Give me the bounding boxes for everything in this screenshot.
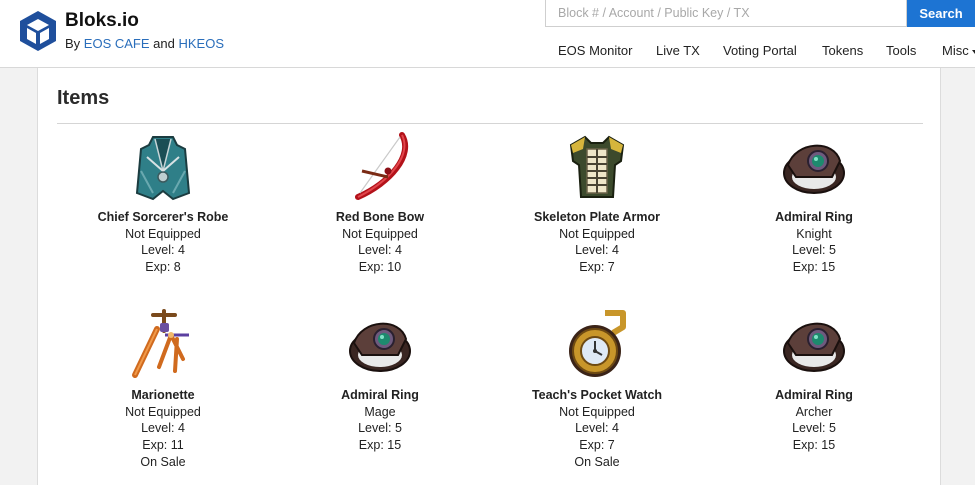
items-panel: Items Chief Sorcerer's Robe Not Equipped… [37,68,941,485]
item-level: Level: 4 [141,421,185,436]
item-level: Level: 5 [792,243,836,258]
nav-misc-label: Misc [942,43,969,58]
item-name: Chief Sorcerer's Robe [97,210,229,224]
item-name: Red Bone Bow [335,210,425,224]
item-status: Not Equipped [125,404,201,419]
item-sale-status: On Sale [574,454,620,469]
item-exp: Exp: 7 [579,438,615,453]
item-name: Marionette [131,388,195,402]
item-card[interactable]: Red Bone Bow Not Equipped Level: 4 Exp: … [280,131,480,276]
bloks-logo-icon[interactable] [18,9,58,53]
armor-icon [569,135,625,198]
top-header: Bloks.io By EOS CAFE and HKEOS Search EO… [0,0,975,68]
item-level: Level: 4 [575,421,619,436]
and-text: and [153,36,175,51]
item-status: Mage [364,404,396,419]
item-card[interactable]: Admiral Ring Mage Level: 5 Exp: 15 [280,309,480,454]
item-level: Level: 4 [358,243,402,258]
nav-misc[interactable]: Misc [942,43,975,58]
item-level: Level: 5 [792,421,836,436]
by-text: By [65,36,81,51]
item-name: Admiral Ring [775,210,853,224]
eos-cafe-link[interactable]: EOS CAFE [84,36,150,51]
item-status: Not Equipped [342,226,418,241]
item-status: Not Equipped [125,226,201,241]
nav-tokens[interactable]: Tokens [822,43,863,58]
item-exp: Exp: 15 [792,438,836,453]
ring-icon [349,322,411,372]
item-status: Not Equipped [559,226,635,241]
item-card[interactable]: Admiral Ring Archer Level: 5 Exp: 15 [714,309,914,454]
item-exp: Exp: 10 [358,260,402,275]
item-exp: Exp: 15 [358,438,402,453]
item-name: Skeleton Plate Armor [534,210,660,224]
pocket-watch-icon [569,310,626,377]
item-level: Level: 4 [575,243,619,258]
item-card[interactable]: Teach's Pocket Watch Not Equipped Level:… [497,309,697,471]
item-status: Knight [796,226,832,241]
divider [57,123,923,124]
item-exp: Exp: 7 [579,260,615,275]
item-name: Teach's Pocket Watch [531,388,663,402]
item-card[interactable]: Skeleton Plate Armor Not Equipped Level:… [497,131,697,276]
brand-title[interactable]: Bloks.io [65,10,139,32]
item-exp: Exp: 15 [792,260,836,275]
nav-voting-portal[interactable]: Voting Portal [723,43,797,58]
section-title: Items [57,87,110,109]
item-level: Level: 4 [141,243,185,258]
item-status: Not Equipped [559,404,635,419]
hkeos-link[interactable]: HKEOS [179,36,225,51]
item-level: Level: 5 [358,421,402,436]
search-button[interactable]: Search [907,0,975,27]
item-sale-status: On Sale [140,454,186,469]
marionette-icon [132,309,189,378]
item-card[interactable]: Chief Sorcerer's Robe Not Equipped Level… [63,131,263,276]
item-card[interactable]: Marionette Not Equipped Level: 4 Exp: 11… [63,309,263,471]
item-status: Archer [795,404,833,419]
item-exp: Exp: 8 [145,260,181,275]
item-card[interactable]: Admiral Ring Knight Level: 5 Exp: 15 [714,131,914,276]
ring-icon [783,322,845,372]
item-name: Admiral Ring [341,388,419,402]
nav-tools[interactable]: Tools [886,43,916,58]
item-name: Admiral Ring [775,388,853,402]
robe-icon [135,136,191,201]
ring-icon [783,144,845,194]
search-input[interactable] [545,0,907,27]
bow-icon [355,132,409,200]
brand-subtitle: By EOS CAFE and HKEOS [65,36,224,51]
item-exp: Exp: 11 [142,438,184,453]
nav-live-tx[interactable]: Live TX [656,43,700,58]
nav-eos-monitor[interactable]: EOS Monitor [558,43,632,58]
